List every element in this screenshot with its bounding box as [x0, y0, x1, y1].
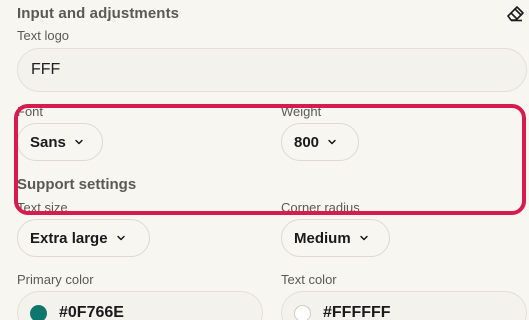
font-select[interactable]: Sans: [17, 123, 103, 161]
font-label: Font: [17, 104, 44, 119]
primary-color-swatch[interactable]: [30, 304, 47, 320]
font-value: Sans: [30, 133, 66, 151]
text-size-select[interactable]: Extra large: [17, 219, 150, 257]
primary-color-field[interactable]: #0F766E: [17, 291, 263, 320]
text-size-value: Extra large: [30, 229, 108, 247]
primary-color-label: Primary color: [17, 272, 94, 287]
text-color-field[interactable]: #FFFFFF: [281, 291, 527, 320]
chevron-down-icon: [359, 235, 368, 241]
weight-value: 800: [294, 133, 320, 151]
text-logo-label: Text logo: [17, 28, 70, 43]
corner-radius-value: Medium: [294, 229, 351, 247]
primary-color-value: #0F766E: [59, 304, 124, 320]
text-color-swatch[interactable]: [294, 304, 311, 320]
input-adjustments-panel: Input and adjustments Text logo Font San…: [0, 0, 529, 320]
chevron-down-icon: [75, 139, 83, 145]
text-color-label: Text color: [281, 272, 337, 287]
chevron-down-icon: [116, 235, 125, 241]
corner-radius-label: Corner radius: [281, 200, 360, 215]
support-settings-heading: Support settings: [17, 176, 137, 193]
corner-radius-select[interactable]: Medium: [281, 219, 390, 257]
weight-label: Weight: [281, 104, 322, 119]
chevron-down-icon: [328, 139, 336, 145]
text-color-value: #FFFFFF: [323, 304, 391, 320]
text-logo-input[interactable]: [17, 48, 527, 92]
text-size-label: Text size: [17, 200, 68, 215]
weight-select[interactable]: 800: [281, 123, 359, 161]
section-title: Input and adjustments: [17, 5, 180, 22]
eraser-icon[interactable]: [505, 5, 525, 23]
